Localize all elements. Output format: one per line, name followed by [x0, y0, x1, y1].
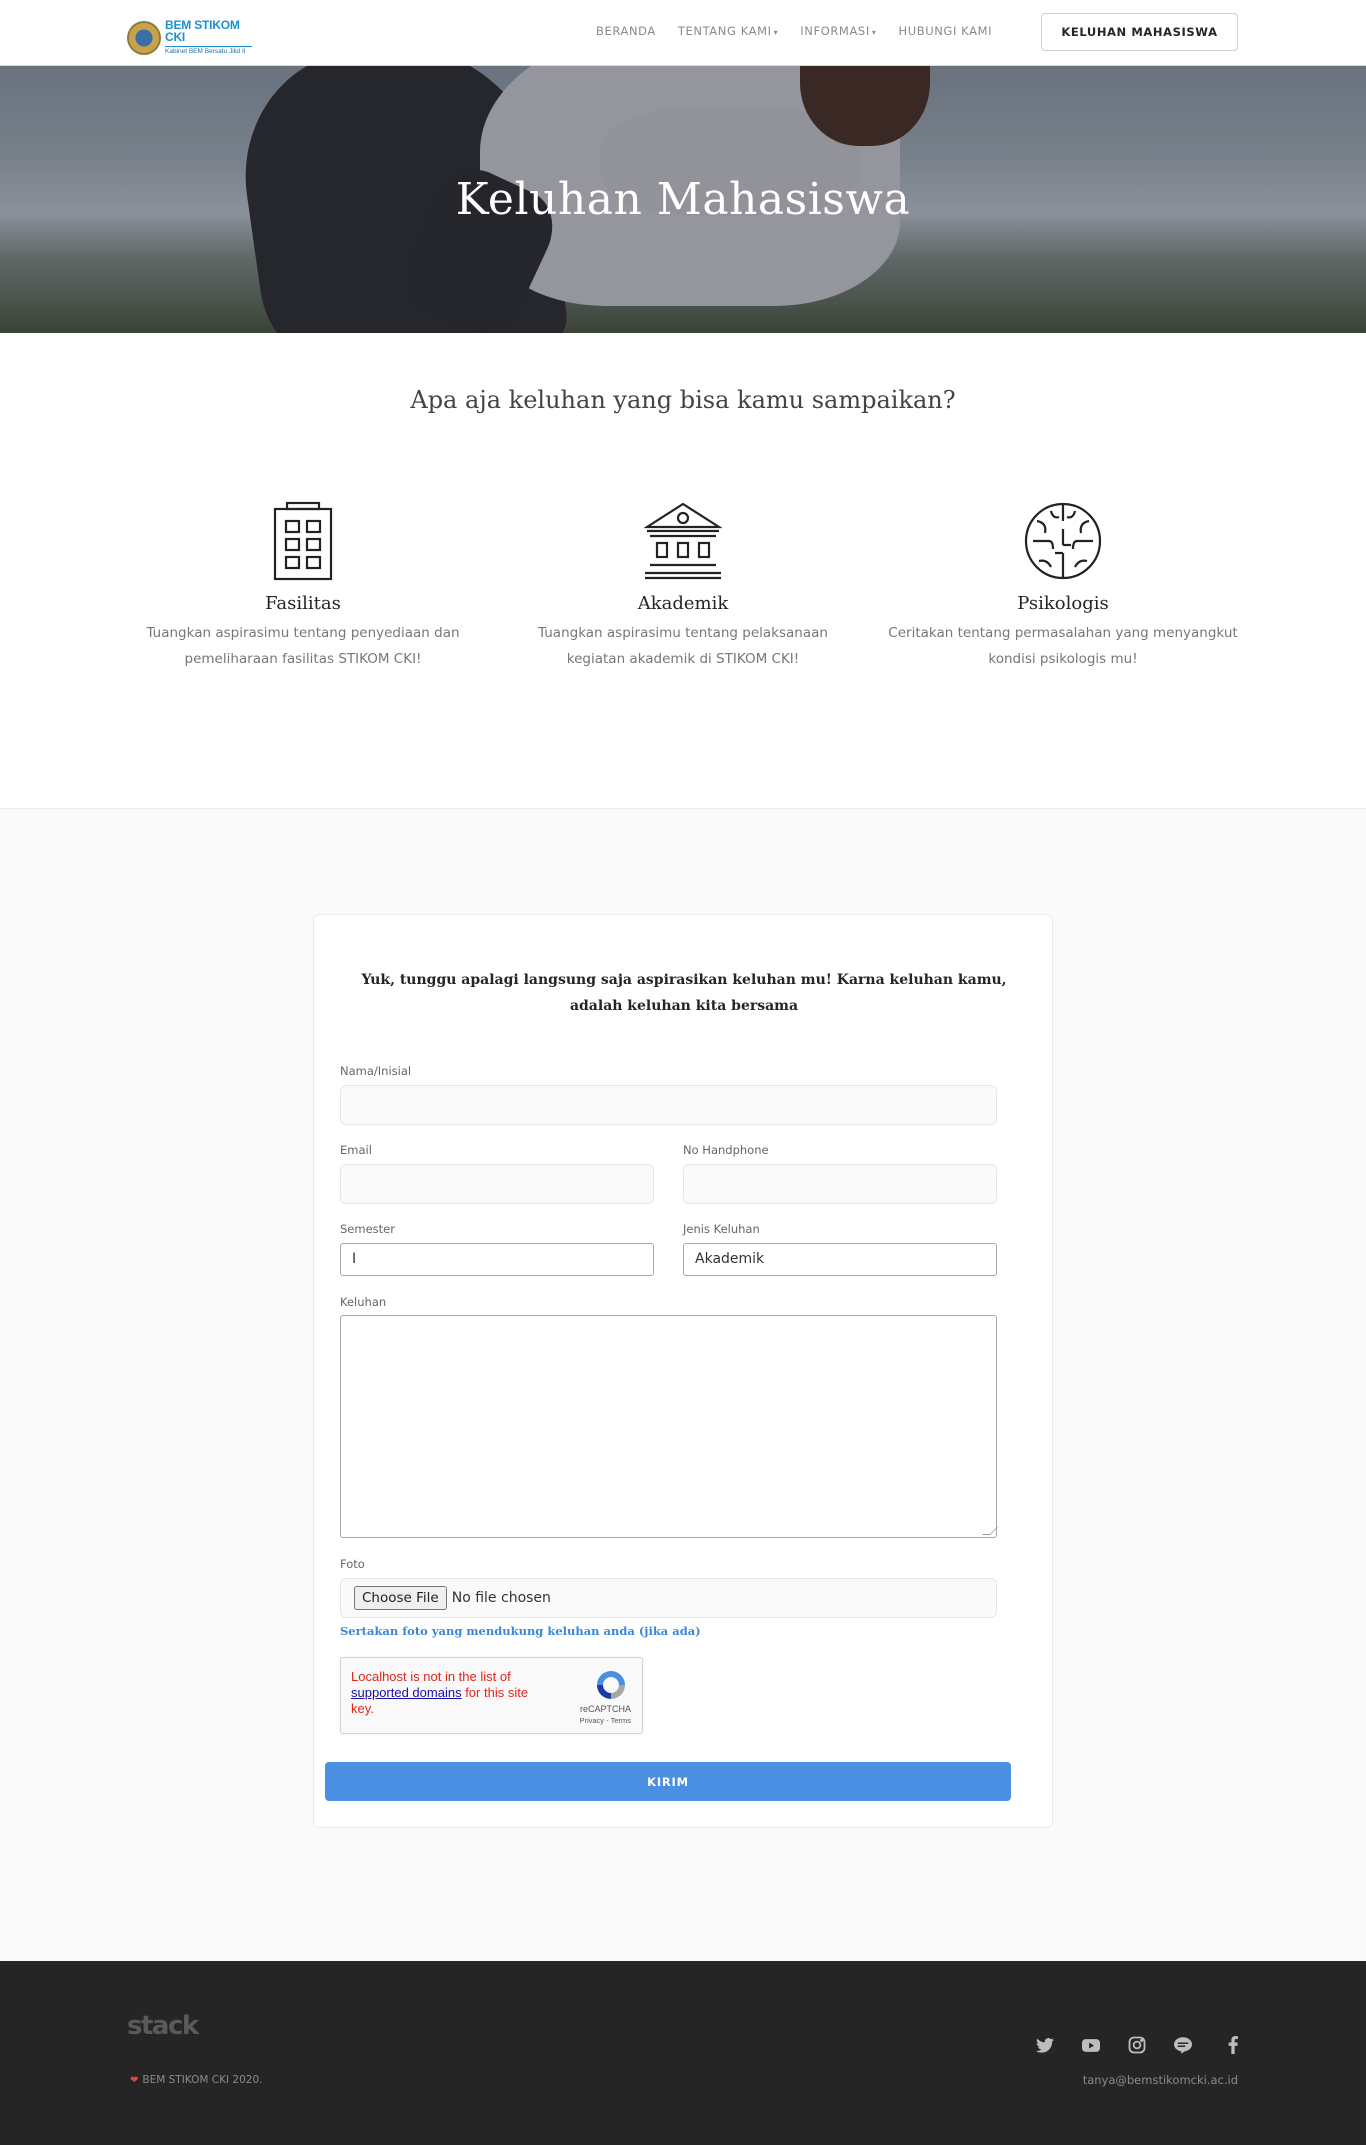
footer-email[interactable]: tanya@bemstikomcki.ac.id — [1083, 2073, 1238, 2087]
form-heading: Yuk, tunggu apalagi langsung saja aspira… — [361, 972, 1007, 1014]
nav-item-hubungi-kami[interactable]: HUBUNGI KAMI — [898, 24, 992, 38]
recaptcha-links[interactable]: Privacy - Terms — [579, 1716, 631, 1725]
logo-subtitle: Kabinet BEM Bersatu Jilid II — [165, 46, 252, 56]
feature-title: Fasilitas — [265, 593, 341, 614]
line-icon[interactable] — [1146, 2033, 1192, 2057]
email-label: Email — [340, 1143, 372, 1157]
complaint-textarea[interactable] — [340, 1315, 998, 1538]
main-menu: BERANDA TENTANG KAMI ▾ INFORMASI ▾ HUBUNGI… — [596, 24, 1014, 38]
email-input[interactable] — [340, 1164, 654, 1204]
footer-logo[interactable]: stack — [127, 2011, 199, 2041]
recaptcha-brand: reCAPTCHA — [579, 1704, 631, 1714]
feature-psikologis: Psikologis Ceritakan tentang permasalaha… — [888, 497, 1238, 672]
complaint-type-label: Jenis Keluhan — [683, 1222, 760, 1236]
complaint-form-card: Yuk, tunggu apalagi langsung saja aspira… — [313, 914, 1053, 1828]
name-input[interactable] — [340, 1085, 997, 1125]
supported-domains-link[interactable]: supported domains — [351, 1685, 462, 1700]
twitter-icon[interactable] — [1008, 2033, 1054, 2057]
complaint-type-select[interactable]: Akademik — [683, 1243, 997, 1276]
name-label: Nama/Inisial — [340, 1064, 412, 1078]
facebook-icon[interactable] — [1192, 2033, 1238, 2057]
feature-fasilitas: Fasilitas Tuangkan aspirasimu tentang pe… — [128, 497, 478, 672]
feature-title: Psikologis — [1017, 593, 1109, 614]
photo-hint: Sertakan foto yang mendukung keluhan and… — [340, 1624, 701, 1638]
logo-emblem-icon — [127, 20, 161, 55]
footer: stack ❤ BEM STIKOM CKI 2020. tanya@bemsti… — [0, 1961, 1366, 2145]
file-status: No file chosen — [451, 1590, 551, 1606]
page-title: Keluhan Mahasiswa — [455, 174, 911, 225]
features-title: Apa aja keluhan yang bisa kamu sampaikan… — [410, 386, 956, 414]
chevron-down-icon: ▾ — [871, 28, 877, 37]
recaptcha-widget[interactable]: Localhost is not in the list of supporte… — [340, 1657, 643, 1734]
institution-icon — [508, 497, 858, 581]
hero-banner: Keluhan Mahasiswa — [0, 66, 1366, 333]
semester-select[interactable]: I — [340, 1243, 654, 1276]
nav-item-tentang-kami[interactable]: TENTANG KAMI ▾ — [678, 24, 778, 38]
chevron-down-icon: ▾ — [773, 28, 779, 37]
youtube-icon[interactable] — [1054, 2033, 1100, 2057]
resize-grip-icon[interactable] — [982, 1527, 998, 1535]
site-logo[interactable]: BEM STIKOM CKI Kabinet BEM Bersatu Jilid… — [127, 19, 252, 56]
submit-button[interactable]: KIRIM — [325, 1762, 1011, 1801]
heart-icon: ❤ — [130, 2075, 139, 2086]
building-icon — [128, 497, 478, 581]
phone-label: No Handphone — [683, 1143, 769, 1157]
keluhan-mahasiswa-button[interactable]: KELUHAN MAHASISWA — [1041, 13, 1238, 51]
brain-icon — [888, 497, 1238, 581]
feature-text: Ceritakan tentang permasalahan yang meny… — [888, 625, 1238, 667]
choose-file-button[interactable]: Choose File — [354, 1586, 447, 1610]
feature-akademik: Akademik Tuangkan aspirasimu tentang pel… — [508, 497, 858, 672]
feature-text: Tuangkan aspirasimu tentang pelaksanaan … — [538, 625, 828, 667]
nav-item-beranda[interactable]: BERANDA — [596, 24, 656, 38]
recaptcha-logo-icon — [597, 1671, 625, 1699]
feature-text: Tuangkan aspirasimu tentang penyediaan d… — [146, 625, 460, 667]
feature-title: Akademik — [637, 593, 729, 614]
phone-input[interactable] — [683, 1164, 997, 1204]
logo-title: BEM STIKOM CKI — [165, 18, 240, 45]
nav-item-informasi[interactable]: INFORMASI ▾ — [800, 24, 876, 38]
photo-file-input[interactable]: Choose File No file chosen — [340, 1578, 997, 1618]
complaint-label: Keluhan — [340, 1295, 387, 1309]
photo-label: Foto — [340, 1557, 365, 1571]
social-links — [1008, 2033, 1238, 2057]
footer-copyright: ❤ BEM STIKOM CKI 2020. — [130, 2074, 263, 2086]
top-navbar: BEM STIKOM CKI Kabinet BEM Bersatu Jilid… — [0, 0, 1366, 66]
semester-label: Semester — [340, 1222, 395, 1236]
recaptcha-error: Localhost is not in the list of supporte… — [351, 1669, 529, 1716]
instagram-icon[interactable] — [1100, 2033, 1146, 2057]
